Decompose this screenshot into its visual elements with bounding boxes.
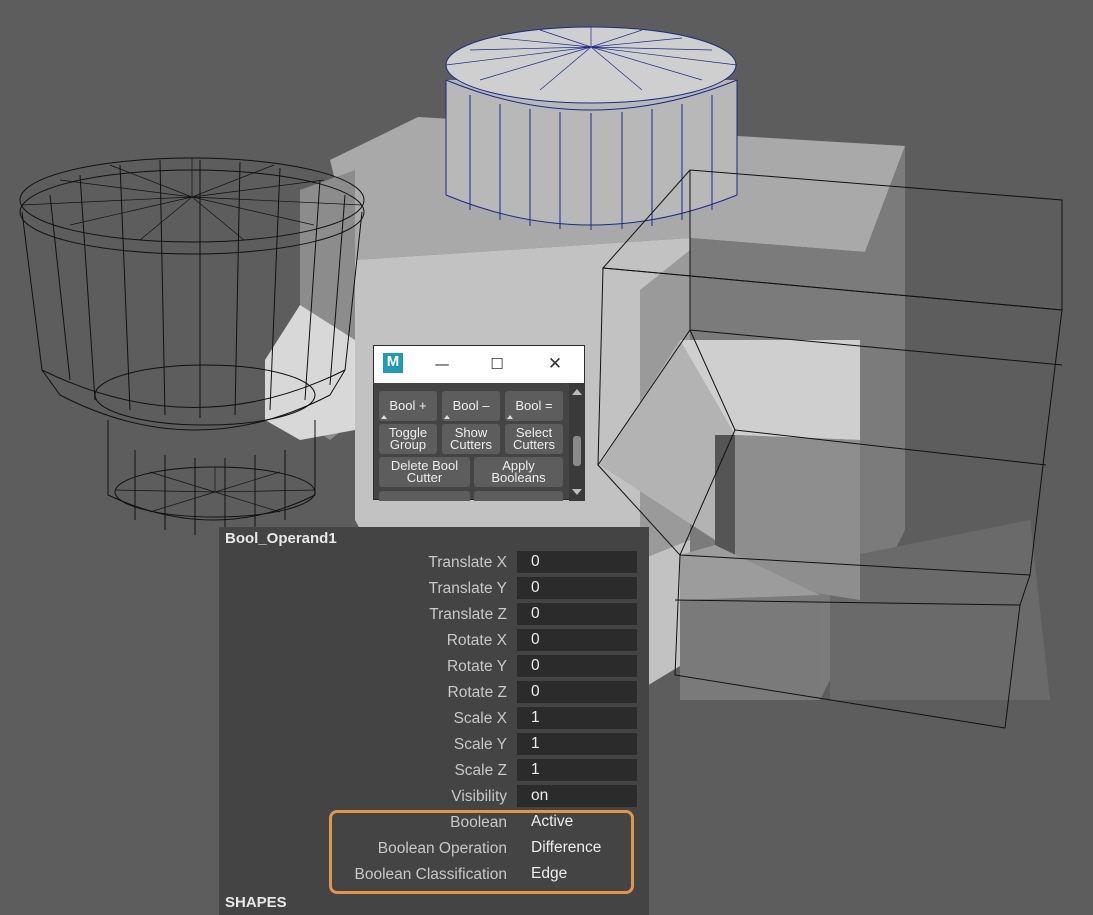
attr-label[interactable]: Visibility xyxy=(247,788,507,806)
window-titlebar[interactable]: M — ☐ ✕ xyxy=(374,346,584,383)
scroll-thumb[interactable] xyxy=(573,436,581,466)
close-button[interactable]: ✕ xyxy=(542,352,568,376)
object-name-header[interactable]: Bool_Operand1 xyxy=(225,530,337,547)
app-icon-letter: M xyxy=(386,353,400,370)
attr-label[interactable]: Scale Y xyxy=(247,736,507,754)
bool-intersection-button[interactable]: Bool = xyxy=(505,391,563,421)
partial-button-right[interactable] xyxy=(474,491,563,501)
attr-value-field[interactable]: 0 xyxy=(517,629,637,651)
shapes-section-header[interactable]: SHAPES xyxy=(225,894,287,911)
select-cutters-button[interactable]: Select Cutters xyxy=(505,424,563,454)
tool-buttons-panel: Bool + Bool – Bool = Toggle Group Show C… xyxy=(374,383,569,501)
bool-union-button[interactable]: Bool + xyxy=(379,391,437,421)
attr-value-field[interactable]: 0 xyxy=(517,603,637,625)
attr-label[interactable]: Scale X xyxy=(247,710,507,728)
apply-booleans-button[interactable]: Apply Booleans xyxy=(474,457,563,487)
attr-label[interactable]: Translate Y xyxy=(247,580,507,598)
attr-value-field[interactable]: on xyxy=(517,785,637,807)
partial-button-left[interactable] xyxy=(379,491,470,501)
maya-app-icon: M xyxy=(383,353,403,373)
boolean-tools-window[interactable]: M — ☐ ✕ Bool + Bool – Bool = Toggle Grou… xyxy=(373,345,585,501)
delete-bool-cutter-button[interactable]: Delete Bool Cutter xyxy=(379,457,470,487)
selected-cylinder-mesh[interactable] xyxy=(445,26,738,230)
attr-value-field[interactable]: 1 xyxy=(517,707,637,729)
vertical-scrollbar[interactable] xyxy=(569,383,585,501)
attr-label[interactable]: Translate Z xyxy=(247,606,507,624)
attr-label[interactable]: Translate X xyxy=(247,554,507,572)
scroll-up-arrow-icon[interactable] xyxy=(572,389,582,395)
attr-value-field[interactable]: 0 xyxy=(517,655,637,677)
attr-label[interactable]: Rotate Y xyxy=(247,658,507,676)
attr-value-field[interactable]: 0 xyxy=(517,551,637,573)
attr-value-field[interactable]: 1 xyxy=(517,733,637,755)
attr-value-field[interactable]: 1 xyxy=(517,759,637,781)
bool-difference-button[interactable]: Bool – xyxy=(442,391,500,421)
attr-value-field[interactable]: 0 xyxy=(517,577,637,599)
maximize-button[interactable]: ☐ xyxy=(484,352,510,376)
scroll-down-arrow-icon[interactable] xyxy=(572,489,582,495)
show-cutters-button[interactable]: Show Cutters xyxy=(442,424,500,454)
highlight-box xyxy=(329,810,634,894)
minimize-button[interactable]: — xyxy=(429,352,455,376)
attr-label[interactable]: Scale Z xyxy=(247,762,507,780)
attr-value-field[interactable]: 0 xyxy=(517,681,637,703)
attr-label[interactable]: Rotate X xyxy=(247,632,507,650)
attr-label[interactable]: Rotate Z xyxy=(247,684,507,702)
toggle-group-button[interactable]: Toggle Group xyxy=(379,424,437,454)
